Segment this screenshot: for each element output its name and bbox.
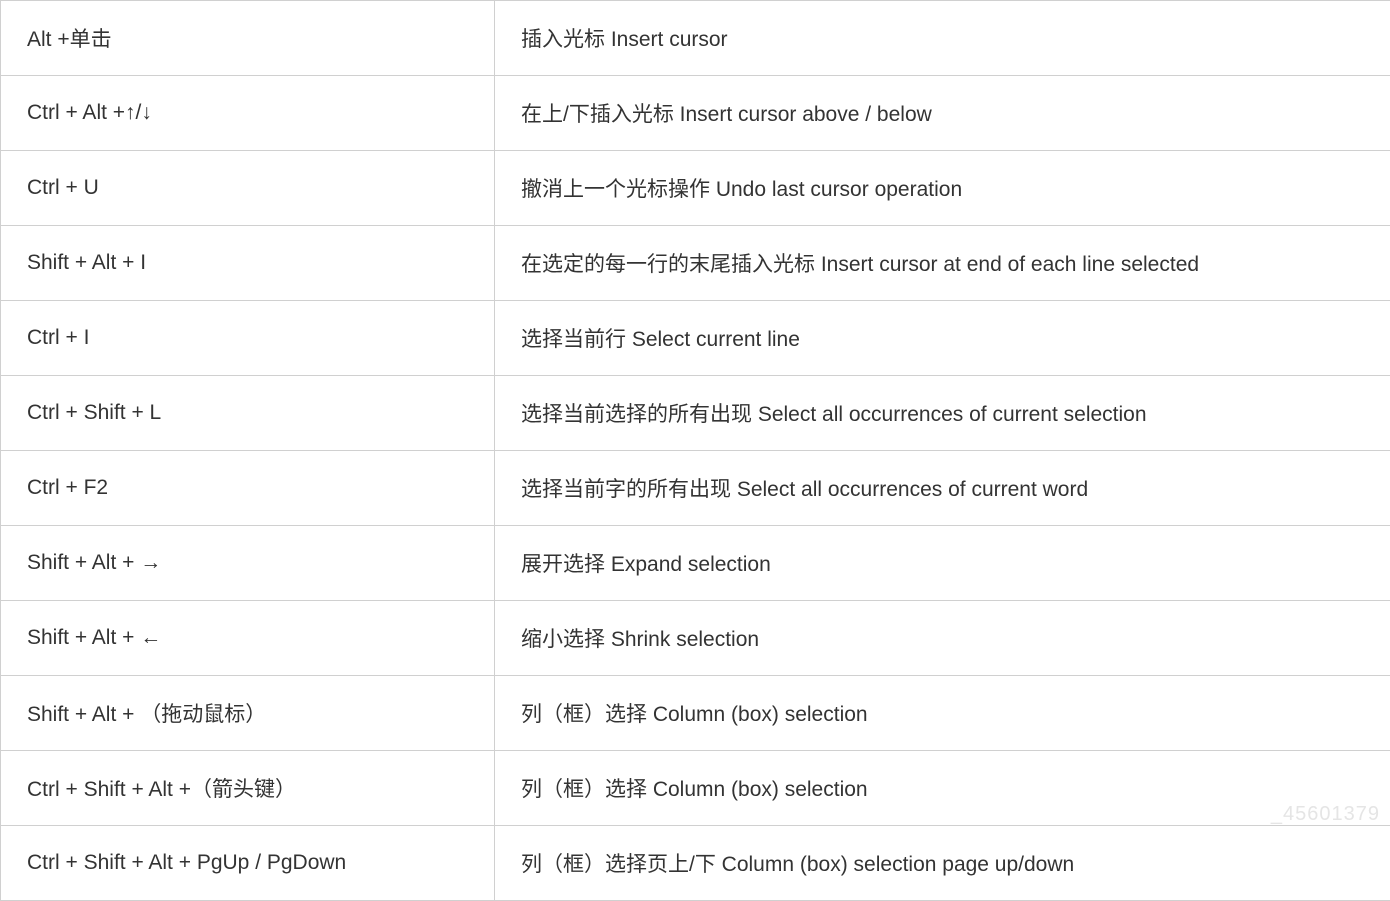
shortcut-key-cell: Ctrl + Shift + L bbox=[1, 376, 495, 451]
shortcut-description-cell: 选择当前行 Select current line bbox=[495, 301, 1390, 376]
table-row: Ctrl + F2选择当前字的所有出现 Select all occurrenc… bbox=[1, 451, 1390, 526]
shortcut-key-cell: Ctrl + I bbox=[1, 301, 495, 376]
shortcut-key-cell: Ctrl + U bbox=[1, 151, 495, 226]
table-row: Shift + Alt + →展开选择 Expand selection bbox=[1, 526, 1390, 601]
shortcut-description-cell: 选择当前选择的所有出现 Select all occurrences of cu… bbox=[495, 376, 1390, 451]
shortcut-key-cell: Shift + Alt + （拖动鼠标） bbox=[1, 676, 495, 751]
shortcut-description-cell: 撤消上一个光标操作 Undo last cursor operation bbox=[495, 151, 1390, 226]
table-row: Ctrl + I选择当前行 Select current line bbox=[1, 301, 1390, 376]
shortcut-description-cell: 列（框）选择页上/下 Column (box) selection page u… bbox=[495, 826, 1390, 901]
shortcut-key-cell: Ctrl + Shift + Alt + PgUp / PgDown bbox=[1, 826, 495, 901]
shortcut-description-cell: 在上/下插入光标 Insert cursor above / below bbox=[495, 76, 1390, 151]
shortcut-key-cell: Ctrl + Alt +↑/↓ bbox=[1, 76, 495, 151]
table-row: Alt +单击插入光标 Insert cursor bbox=[1, 1, 1390, 76]
shortcut-key-cell: Shift + Alt + → bbox=[1, 526, 495, 601]
shortcuts-table: Alt +单击插入光标 Insert cursorCtrl + Alt +↑/↓… bbox=[0, 0, 1390, 901]
shortcuts-table-body: Alt +单击插入光标 Insert cursorCtrl + Alt +↑/↓… bbox=[1, 1, 1390, 901]
shortcut-description-cell: 在选定的每一行的末尾插入光标 Insert cursor at end of e… bbox=[495, 226, 1390, 301]
shortcut-description-cell: 列（框）选择 Column (box) selection bbox=[495, 676, 1390, 751]
shortcut-description-cell: 列（框）选择 Column (box) selection bbox=[495, 751, 1390, 826]
shortcut-description-cell: 插入光标 Insert cursor bbox=[495, 1, 1390, 76]
table-row: Ctrl + U撤消上一个光标操作 Undo last cursor opera… bbox=[1, 151, 1390, 226]
shortcut-description-cell: 展开选择 Expand selection bbox=[495, 526, 1390, 601]
shortcut-key-cell: Shift + Alt + I bbox=[1, 226, 495, 301]
table-row: Ctrl + Shift + L选择当前选择的所有出现 Select all o… bbox=[1, 376, 1390, 451]
shortcut-description-cell: 选择当前字的所有出现 Select all occurrences of cur… bbox=[495, 451, 1390, 526]
table-row: Ctrl + Alt +↑/↓在上/下插入光标 Insert cursor ab… bbox=[1, 76, 1390, 151]
table-row: Shift + Alt + I在选定的每一行的末尾插入光标 Insert cur… bbox=[1, 226, 1390, 301]
shortcut-key-cell: Ctrl + F2 bbox=[1, 451, 495, 526]
shortcut-key-cell: Alt +单击 bbox=[1, 1, 495, 76]
table-row: Shift + Alt + （拖动鼠标）列（框）选择 Column (box) … bbox=[1, 676, 1390, 751]
shortcut-description-cell: 缩小选择 Shrink selection bbox=[495, 601, 1390, 676]
shortcut-key-cell: Shift + Alt + ← bbox=[1, 601, 495, 676]
shortcut-key-cell: Ctrl + Shift + Alt +（箭头键） bbox=[1, 751, 495, 826]
table-row: Ctrl + Shift + Alt +（箭头键）列（框）选择 Column (… bbox=[1, 751, 1390, 826]
table-row: Ctrl + Shift + Alt + PgUp / PgDown列（框）选择… bbox=[1, 826, 1390, 901]
table-row: Shift + Alt + ←缩小选择 Shrink selection bbox=[1, 601, 1390, 676]
